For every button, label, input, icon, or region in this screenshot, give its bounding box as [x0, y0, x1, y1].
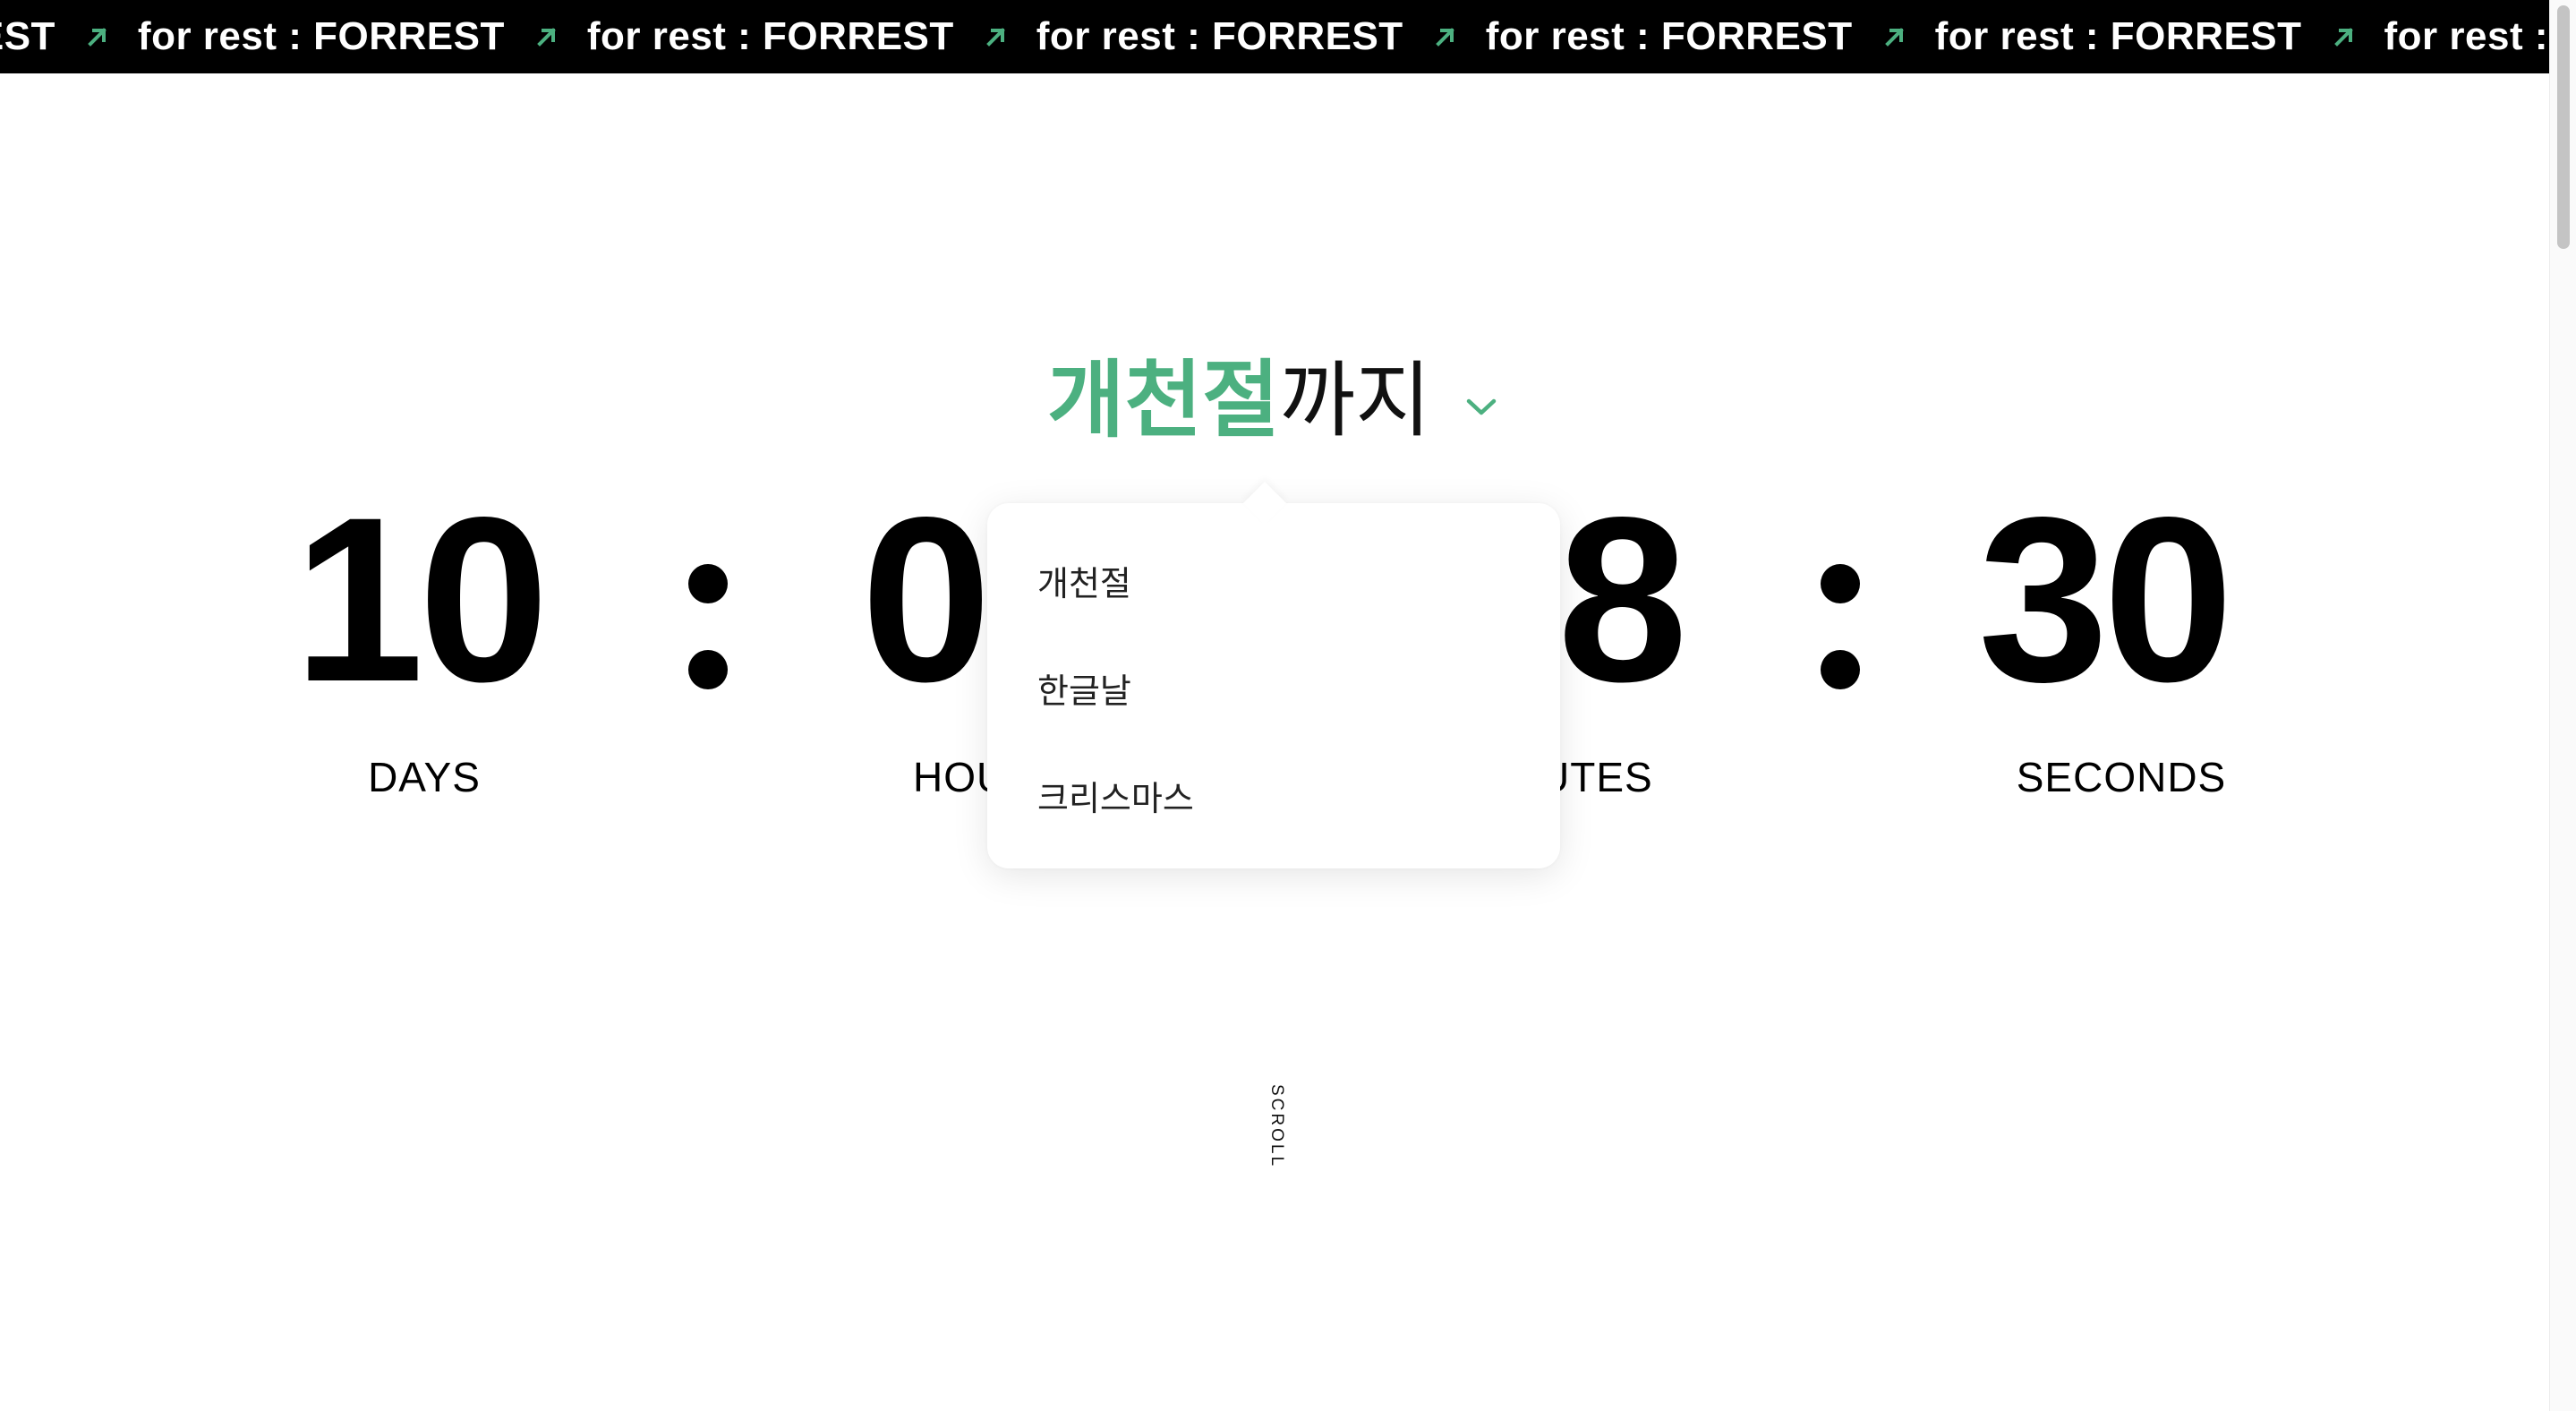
colon-separator	[688, 537, 728, 698]
marquee-text: for rest : FORREST	[137, 14, 505, 58]
dropdown-item-gaecheonjeol[interactable]: 개천절	[987, 530, 1560, 637]
scroll-hint: SCROLL	[1260, 1084, 1292, 1168]
marquee-text: for rest : FORREST	[586, 14, 954, 58]
holiday-heading: 개천절 까지	[1047, 347, 1501, 455]
arrow-up-right-icon	[2333, 28, 2353, 47]
marquee-item[interactable]: for rest : FORREST	[587, 0, 1036, 73]
arrow-up-right-icon	[537, 28, 556, 47]
arrow-up-right-icon	[88, 28, 107, 47]
marquee-item[interactable]: for rest : FORREST	[1036, 0, 1486, 73]
dropdown-list: 개천절 한글날 크리스마스	[987, 530, 1560, 852]
minutes-value: 8	[1557, 468, 1688, 731]
marquee-track: for rest : FORREST for rest : FORREST fo…	[0, 0, 2549, 73]
days-label: DAYS	[368, 754, 481, 800]
arrow-up-right-icon	[1435, 28, 1454, 47]
marquee-item[interactable]: for rest : FORREST	[2384, 0, 2549, 73]
marquee-text: for rest : FORREST	[1934, 14, 2302, 58]
marquee-banner: for rest : FORREST for rest : FORREST fo…	[0, 0, 2549, 73]
dropdown-caret	[1242, 481, 1287, 526]
selected-holiday[interactable]: 개천절	[1047, 359, 1279, 443]
hours-value: 0	[861, 468, 992, 731]
page-scrollbar[interactable]	[2549, 0, 2576, 1411]
marquee-item[interactable]: for rest : FORREST	[1486, 0, 1935, 73]
marquee-text: for rest : FORREST	[2384, 14, 2549, 58]
arrow-up-right-icon	[1884, 28, 1904, 47]
dropdown-item-christmas[interactable]: 크리스마스	[987, 745, 1560, 852]
arrow-up-right-icon	[985, 28, 1005, 47]
holiday-dropdown-toggle[interactable]	[1462, 388, 1501, 427]
marquee-item[interactable]: for rest : FORREST	[0, 0, 138, 73]
dropdown-item-hangeulnal[interactable]: 한글날	[987, 637, 1560, 745]
scroll-hint-text: SCROLL	[1267, 1083, 1286, 1169]
scrollbar-thumb[interactable]	[2557, 5, 2570, 249]
marquee-text: for rest : FORREST	[1485, 14, 1853, 58]
heading-suffix: 까지	[1279, 353, 1431, 449]
chevron-down-icon	[1466, 398, 1496, 415]
holiday-dropdown-menu: 개천절 한글날 크리스마스	[987, 481, 1560, 868]
marquee-item[interactable]: for rest : FORREST	[1935, 0, 2384, 73]
seconds-label: SECONDS	[2016, 754, 2227, 800]
marquee-text: for rest : FORREST	[1036, 14, 1403, 58]
marquee-text: for rest : FORREST	[0, 14, 55, 58]
colon-separator	[1821, 537, 1860, 698]
marquee-item[interactable]: for rest : FORREST	[138, 0, 587, 73]
days-value: 10	[294, 468, 549, 731]
seconds-value: 30	[1978, 468, 2233, 731]
